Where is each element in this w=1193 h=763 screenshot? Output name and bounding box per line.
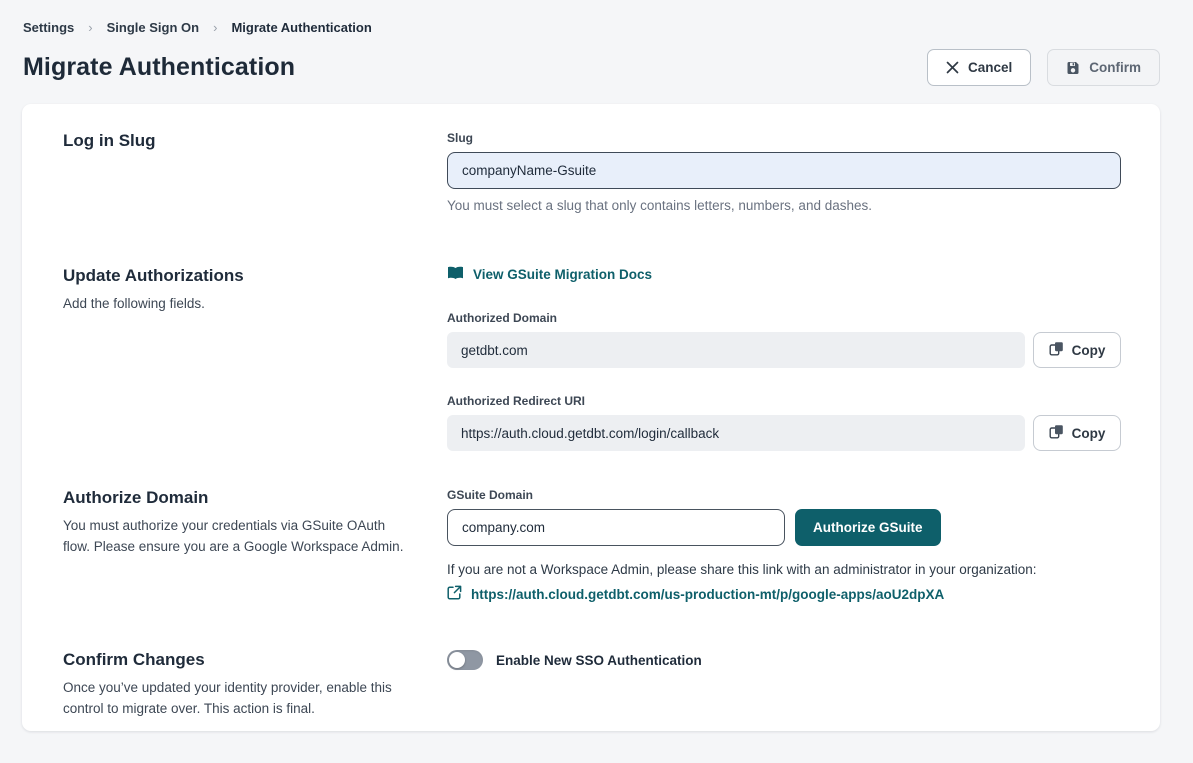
slug-label: Slug [447,131,1121,145]
authorize-domain-heading: Authorize Domain [63,488,407,508]
slug-help-text: You must select a slug that only contain… [447,198,1121,213]
x-icon [946,61,959,74]
section-login-slug: Log in Slug Slug You must select a slug … [63,131,1121,266]
section-update-authorizations: Update Authorizations Add the following … [63,266,1121,488]
title-row: Migrate Authentication Cancel Confirm [23,49,1161,86]
confirm-changes-heading: Confirm Changes [63,650,407,670]
authorized-redirect-uri-label: Authorized Redirect URI [447,394,1121,408]
migrate-authentication-card: Log in Slug Slug You must select a slug … [22,104,1160,731]
cancel-button-label: Cancel [968,60,1012,75]
update-authorizations-description: Add the following fields. [63,294,407,315]
toggle-knob [449,652,465,668]
external-link-icon [447,585,462,603]
confirm-button[interactable]: Confirm [1047,49,1160,86]
chevron-right-icon: › [88,20,92,35]
gsuite-migration-docs-link[interactable]: View GSuite Migration Docs [447,266,652,283]
cancel-button[interactable]: Cancel [927,49,1031,86]
authorized-redirect-uri-value: https://auth.cloud.getdbt.com/login/call… [447,415,1025,451]
gsuite-domain-input[interactable] [447,509,785,546]
authorize-domain-description: You must authorize your credentials via … [63,516,407,558]
page-header: Settings › Single Sign On › Migrate Auth… [0,0,1193,86]
section-confirm-changes: Confirm Changes Once you’ve updated your… [63,650,1121,750]
breadcrumb-single-sign-on[interactable]: Single Sign On [107,20,199,35]
floppy-save-icon [1066,61,1080,75]
section-authorize-domain: Authorize Domain You must authorize your… [63,488,1121,650]
breadcrumb-migrate-authentication: Migrate Authentication [231,20,371,35]
gsuite-domain-label: GSuite Domain [447,488,1121,502]
copy-authorized-domain-button[interactable]: Copy [1033,332,1121,368]
open-book-icon [447,266,464,283]
enable-sso-toggle[interactable] [447,650,483,670]
copy-redirect-uri-button[interactable]: Copy [1033,415,1121,451]
workspace-admin-note: If you are not a Workspace Admin, please… [447,562,1121,577]
copy-button-label: Copy [1072,343,1106,358]
update-authorizations-heading: Update Authorizations [63,266,407,286]
login-slug-heading: Log in Slug [63,131,407,151]
breadcrumb-settings[interactable]: Settings [23,20,74,35]
admin-share-link-label: https://auth.cloud.getdbt.com/us-product… [471,587,944,602]
header-actions: Cancel Confirm [927,49,1161,86]
chevron-right-icon: › [213,20,217,35]
gsuite-migration-docs-link-label: View GSuite Migration Docs [473,267,652,282]
copy-icon [1049,424,1064,442]
confirm-changes-description: Once you’ve updated your identity provid… [63,678,407,720]
authorize-gsuite-button[interactable]: Authorize GSuite [795,509,941,546]
breadcrumb: Settings › Single Sign On › Migrate Auth… [23,20,1161,35]
page-title: Migrate Authentication [23,53,295,82]
authorized-domain-value: getdbt.com [447,332,1025,368]
confirm-button-label: Confirm [1089,60,1141,75]
admin-share-link[interactable]: https://auth.cloud.getdbt.com/us-product… [447,585,944,603]
copy-button-label: Copy [1072,426,1106,441]
authorized-domain-label: Authorized Domain [447,311,1121,325]
copy-icon [1049,341,1064,359]
enable-sso-toggle-label: Enable New SSO Authentication [496,653,702,668]
slug-input[interactable] [447,152,1121,189]
